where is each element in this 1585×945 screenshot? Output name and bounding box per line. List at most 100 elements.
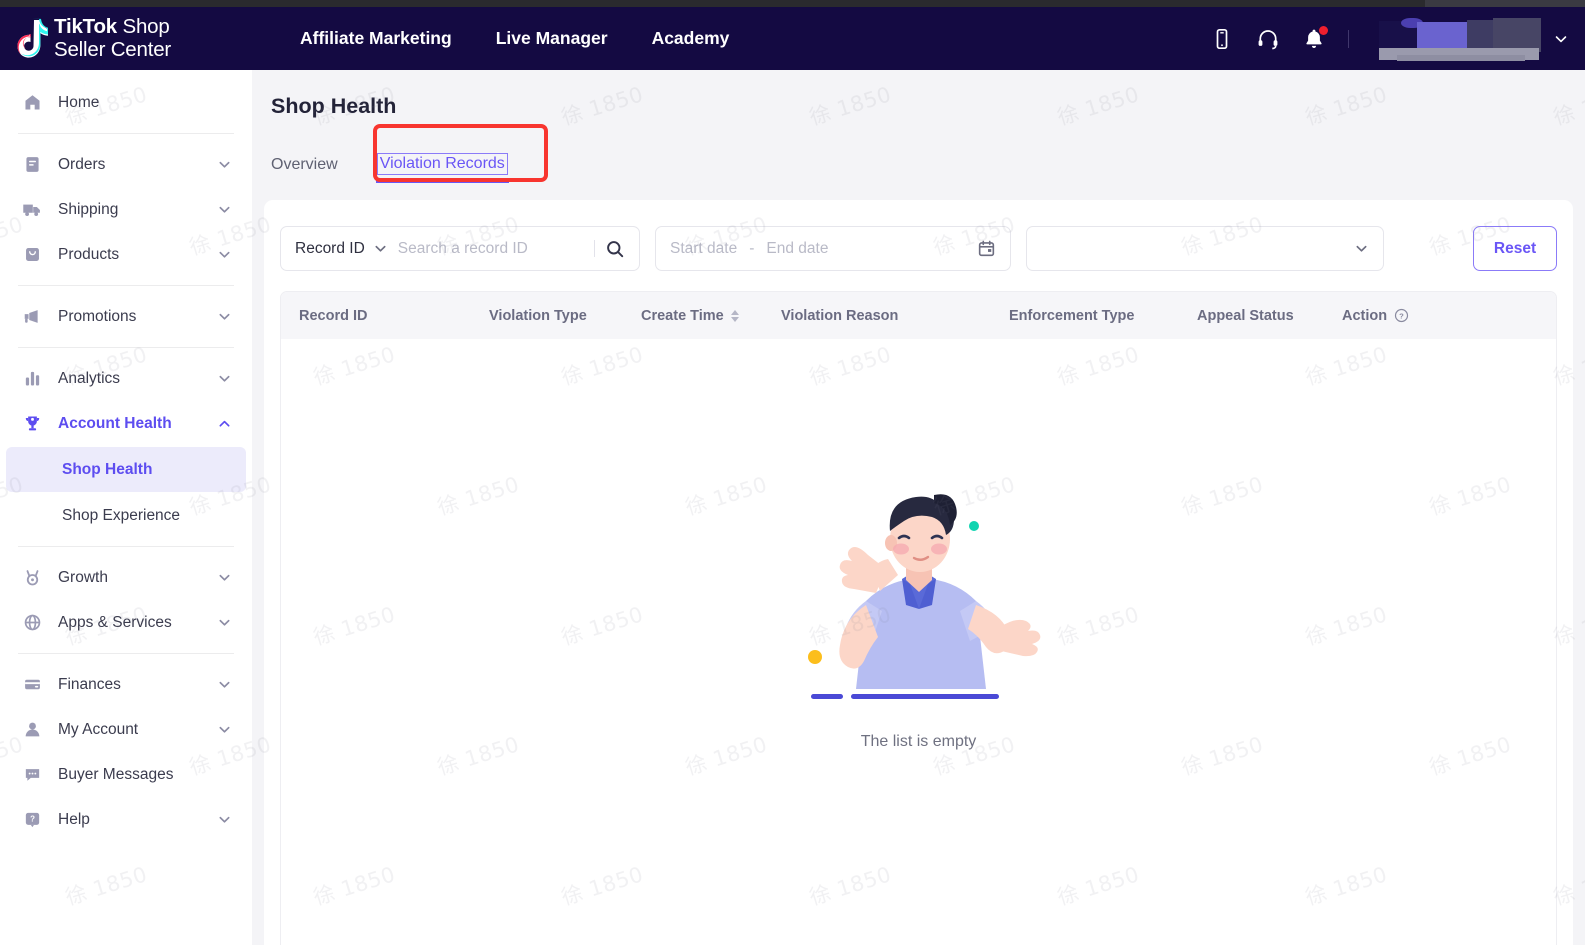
user-icon	[22, 720, 42, 740]
sidebar-item-label: Products	[58, 245, 120, 263]
sort-toggle-icon[interactable]	[730, 309, 739, 322]
col-violation-reason-label: Violation Reason	[781, 307, 899, 324]
user-profile-menu[interactable]	[1371, 17, 1569, 61]
sidebar-item-buyer-messages[interactable]: Buyer Messages	[0, 752, 252, 797]
card-icon	[22, 675, 42, 695]
tab-overview[interactable]: Overview	[271, 156, 338, 183]
status-filter-select[interactable]	[1026, 226, 1384, 271]
sidebar-item-shipping[interactable]: Shipping	[0, 187, 252, 232]
sidebar-item-help[interactable]: ? Help	[0, 797, 252, 842]
sidebar-item-home[interactable]: Home	[0, 80, 252, 125]
sidebar-separator	[18, 546, 234, 547]
main-content: Shop Health Overview Violation Records R…	[252, 70, 1585, 945]
table-header-row: Record ID Violation Type Create Time Vio…	[281, 292, 1556, 339]
sidebar-item-label: Shipping	[58, 200, 119, 218]
col-appeal-status: Appeal Status	[1197, 308, 1342, 324]
tab-bar: Overview Violation Records	[271, 124, 1585, 183]
user-profile-redacted-avatar	[1371, 17, 1543, 61]
chevron-down-icon	[219, 619, 230, 626]
reset-button[interactable]: Reset	[1473, 226, 1557, 271]
sidebar-item-label: Promotions	[58, 307, 137, 325]
nav-live-manager[interactable]: Live Manager	[496, 28, 608, 49]
help-circle-icon[interactable]: ?	[1394, 308, 1409, 323]
sidebar-separator	[18, 133, 234, 134]
col-appeal-status-label: Appeal Status	[1197, 307, 1294, 324]
sidebar-item-analytics[interactable]: Analytics	[0, 356, 252, 401]
sidebar-item-growth[interactable]: Growth	[0, 555, 252, 600]
chevron-down-icon	[219, 681, 230, 688]
sidebar-item-label: Finances	[58, 675, 121, 693]
svg-text:?: ?	[30, 814, 35, 823]
start-date-placeholder[interactable]: Start date	[670, 240, 737, 258]
sidebar-item-my-account[interactable]: My Account	[0, 707, 252, 752]
nav-affiliate-marketing[interactable]: Affiliate Marketing	[300, 28, 452, 49]
sidebar-item-label: Growth	[58, 568, 108, 586]
sidebar-item-account-health[interactable]: Account Health	[0, 401, 252, 446]
brand-name-thin: Shop	[116, 15, 170, 39]
tiktok-note-icon	[14, 18, 48, 60]
tab-violation-records-label: Violation Records	[376, 153, 508, 175]
chevron-down-icon[interactable]	[1354, 241, 1369, 256]
brand-subtitle: Seller Center	[54, 37, 172, 61]
chat-bubble-icon	[22, 765, 42, 785]
help-square-icon: ?	[22, 810, 42, 830]
sidebar-separator	[18, 285, 234, 286]
sidebar-subitem-shop-health[interactable]: Shop Health	[6, 447, 246, 492]
window-controls-strip	[1425, 0, 1585, 7]
col-record-id-label: Record ID	[299, 307, 368, 324]
growth-medal-icon	[22, 568, 42, 588]
sidebar-item-label: Analytics	[58, 369, 121, 387]
sidebar-item-label: Home	[58, 93, 100, 111]
sidebar-item-finances[interactable]: Finances	[0, 662, 252, 707]
filter-bar: Record ID Start date - End date Reset	[264, 200, 1573, 271]
app-root: TikTok Shop Seller Center Affiliate Mark…	[0, 0, 1585, 945]
violation-records-table: Record ID Violation Type Create Time Vio…	[280, 291, 1557, 945]
home-icon	[22, 93, 42, 113]
notification-bell-icon[interactable]	[1302, 25, 1328, 51]
headset-support-icon[interactable]	[1256, 27, 1280, 51]
sidebar-item-label: Orders	[58, 155, 106, 173]
sidebar-item-promotions[interactable]: Promotions	[0, 294, 252, 339]
end-date-placeholder[interactable]: End date	[766, 240, 828, 258]
sidebar-subitem-shop-experience[interactable]: Shop Experience	[6, 493, 246, 538]
analytics-bars-icon	[22, 369, 42, 389]
notification-badge-dot	[1319, 25, 1328, 35]
sidebar-item-orders[interactable]: Orders	[0, 142, 252, 187]
sidebar-item-label: Buyer Messages	[58, 765, 174, 783]
chevron-down-icon	[219, 375, 230, 382]
products-bag-icon	[22, 245, 42, 265]
browser-top-strip	[0, 0, 1585, 7]
chevron-down-icon	[219, 206, 230, 213]
search-icon[interactable]	[605, 239, 625, 259]
header-actions	[1210, 17, 1585, 61]
nav-academy[interactable]: Academy	[652, 28, 730, 49]
sidebar-item-apps-services[interactable]: Apps & Services	[0, 600, 252, 645]
sidebar-navigation: Home Orders Shipping Products Promotions…	[0, 70, 252, 945]
sidebar-item-products[interactable]: Products	[0, 232, 252, 277]
orders-icon	[22, 155, 42, 175]
chevron-down-icon	[1555, 35, 1567, 42]
calendar-icon[interactable]	[977, 239, 996, 258]
header-divider	[1348, 29, 1349, 48]
tab-violation-records[interactable]: Violation Records	[375, 153, 509, 183]
col-create-time[interactable]: Create Time	[641, 308, 781, 324]
brand-logo[interactable]: TikTok Shop Seller Center	[14, 16, 264, 60]
col-action: Action ?	[1342, 308, 1462, 324]
record-id-select-label[interactable]: Record ID	[295, 240, 365, 258]
date-range-picker[interactable]: Start date - End date	[655, 226, 1011, 271]
sidebar-separator	[18, 347, 234, 348]
top-header-bar: TikTok Shop Seller Center Affiliate Mark…	[0, 7, 1585, 70]
brand-name-bold: TikTok	[54, 15, 117, 39]
chevron-down-icon[interactable]	[373, 241, 388, 256]
sidebar-subitem-label: Shop Health	[62, 460, 153, 478]
chevron-down-icon	[219, 726, 230, 733]
search-record-input[interactable]	[397, 239, 590, 258]
tab-overview-label: Overview	[271, 156, 338, 173]
col-enforcement-type: Enforcement Type	[1009, 308, 1197, 324]
empty-state: The list is empty	[281, 459, 1556, 751]
col-record-id: Record ID	[299, 308, 489, 324]
chevron-down-icon	[219, 313, 230, 320]
mobile-app-icon[interactable]	[1210, 27, 1234, 51]
search-record-group: Record ID	[280, 226, 640, 271]
col-action-label: Action	[1342, 307, 1388, 324]
